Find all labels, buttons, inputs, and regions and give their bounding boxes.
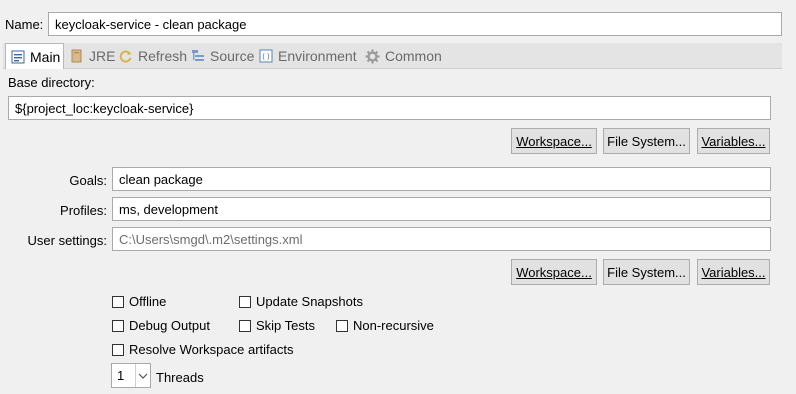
svg-text:(): (): [261, 52, 271, 61]
checkbox-box: [112, 319, 124, 332]
profiles-label: Profiles:: [60, 203, 107, 218]
base-variables-button[interactable]: Variables...: [697, 128, 770, 154]
checkbox-box: [239, 319, 251, 332]
offline-checkbox[interactable]: Offline: [112, 294, 166, 309]
goals-label: Goals:: [69, 173, 107, 188]
skip-tests-checkbox[interactable]: Skip Tests: [239, 318, 315, 333]
user-settings-field[interactable]: C:\Users\smgd\.m2\settings.xml: [112, 227, 771, 251]
common-icon: [365, 48, 380, 64]
profiles-field[interactable]: ms, development: [112, 197, 771, 221]
debug-output-checkbox[interactable]: Debug Output: [112, 318, 210, 333]
tab-common-label: Common: [385, 48, 442, 64]
tab-jre[interactable]: JRE: [69, 43, 115, 69]
settings-variables-button[interactable]: Variables...: [697, 259, 770, 285]
update-snapshots-label: Update Snapshots: [256, 294, 363, 309]
offline-label: Offline: [129, 294, 167, 309]
user-settings-label: User settings:: [27, 233, 107, 248]
variables-label: Variables...: [701, 264, 766, 280]
file-system-label: File System...: [607, 264, 686, 280]
checkbox-box: [112, 295, 124, 308]
tab-bar: Main JRE Refresh Source () Environment C…: [3, 43, 782, 69]
name-field[interactable]: keycloak-service - clean package: [48, 12, 782, 36]
environment-icon: (): [258, 49, 273, 64]
workspace-label: Workspace...: [516, 133, 592, 149]
resolve-workspace-checkbox[interactable]: Resolve Workspace artifacts: [112, 342, 294, 357]
tab-source[interactable]: Source: [190, 43, 254, 69]
name-label: Name:: [5, 17, 44, 32]
tab-jre-label: JRE: [89, 48, 116, 64]
base-directory-label: Base directory:: [8, 75, 95, 90]
source-icon: [190, 49, 205, 64]
chevron-down-icon: [136, 373, 150, 379]
tab-source-label: Source: [210, 48, 255, 64]
threads-select[interactable]: 1: [111, 363, 151, 388]
variables-label: Variables...: [701, 133, 766, 149]
checkbox-box: [112, 343, 124, 356]
debug-output-label: Debug Output: [129, 318, 210, 333]
goals-field[interactable]: clean package: [112, 167, 771, 191]
tab-environment[interactable]: () Environment: [258, 43, 357, 69]
tab-main[interactable]: Main: [5, 43, 64, 69]
update-snapshots-checkbox[interactable]: Update Snapshots: [239, 294, 363, 309]
checkbox-box: [336, 319, 348, 332]
base-directory-field[interactable]: ${project_loc:keycloak-service}: [8, 96, 771, 120]
threads-label: Threads: [156, 370, 204, 385]
file-system-label: File System...: [607, 133, 686, 149]
tab-main-label: Main: [30, 48, 61, 65]
skip-tests-label: Skip Tests: [256, 318, 316, 333]
tab-common[interactable]: Common: [365, 43, 442, 69]
resolve-workspace-label: Resolve Workspace artifacts: [129, 342, 294, 357]
workspace-label: Workspace...: [516, 264, 592, 280]
settings-workspace-button[interactable]: Workspace...: [511, 259, 597, 285]
checkbox-box: [239, 295, 251, 308]
base-workspace-button[interactable]: Workspace...: [511, 128, 597, 154]
tab-refresh[interactable]: Refresh: [118, 43, 187, 69]
refresh-icon: [118, 49, 133, 64]
settings-file-system-button[interactable]: File System...: [603, 259, 690, 285]
base-file-system-button[interactable]: File System...: [603, 128, 690, 154]
tab-refresh-label: Refresh: [138, 48, 188, 64]
jre-icon: [69, 49, 84, 64]
non-recursive-checkbox[interactable]: Non-recursive: [336, 318, 434, 333]
tab-environment-label: Environment: [278, 48, 357, 64]
main-icon: [11, 49, 25, 64]
non-recursive-label: Non-recursive: [353, 318, 434, 333]
threads-value: 1: [117, 368, 125, 383]
